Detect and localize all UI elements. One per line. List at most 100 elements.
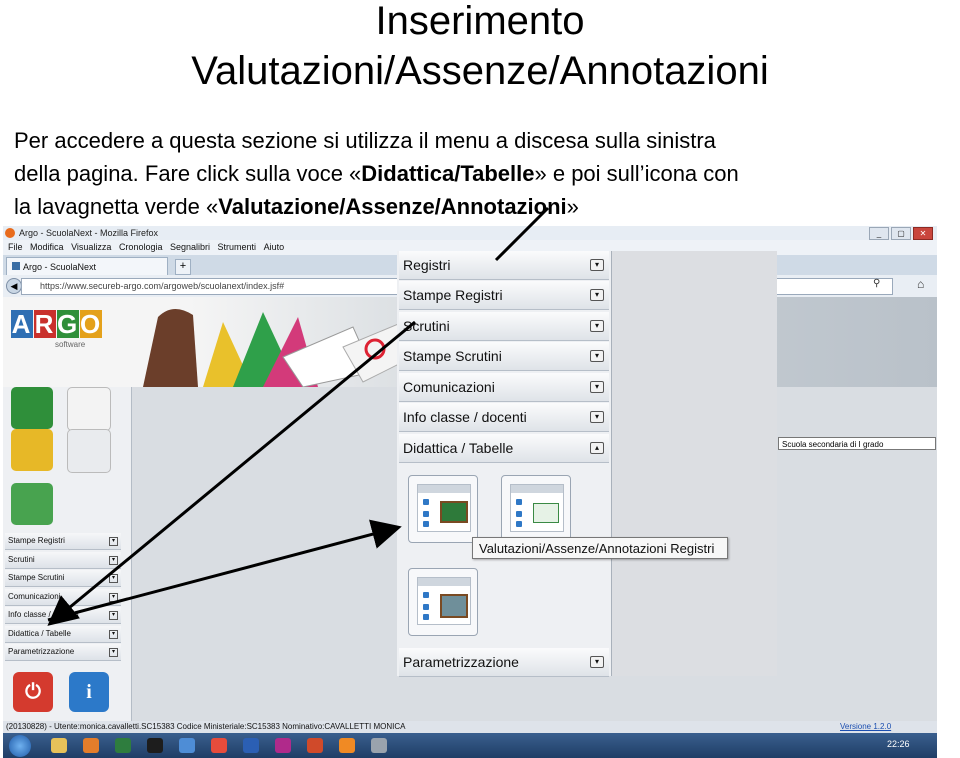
list-dot <box>516 499 522 505</box>
sheet-graphic <box>417 484 471 532</box>
firefox-taskbar-icon[interactable] <box>339 738 355 753</box>
sidebar-item-info-classe[interactable]: Info classe / docenti ▾ <box>5 607 121 624</box>
menu-modifica[interactable]: Modifica <box>30 242 64 252</box>
version-link[interactable]: Versione 1.2.0 <box>840 721 891 733</box>
argo-logo: ARGO <box>11 309 103 340</box>
chevron-down-icon: ▾ <box>109 556 118 565</box>
logo-letter-a: A <box>11 309 33 339</box>
zoom-item-comunicazioni[interactable]: Comunicazioni ▾ <box>399 373 609 402</box>
sidebar-item-label: Stampe Scrutini <box>8 573 65 582</box>
zoom-item-registri[interactable]: Registri ▾ <box>399 251 609 280</box>
sheet-bar <box>418 578 470 586</box>
zoom-item-stampe-scrutini[interactable]: Stampe Scrutini ▾ <box>399 342 609 371</box>
search-icon[interactable]: ⚲ <box>873 278 880 289</box>
logo-subtitle: software <box>55 340 86 349</box>
school-select[interactable]: Scuola secondaria di I grado <box>778 437 936 450</box>
maximize-button[interactable]: ▢ <box>891 227 911 240</box>
zoom-item-label: Didattica / Tabelle <box>403 440 514 456</box>
chevron-down-icon: ▾ <box>590 381 604 393</box>
valutazioni-blackboard-icon[interactable] <box>408 475 478 543</box>
chevron-down-icon: ▾ <box>109 537 118 546</box>
annotazioni-chart-icon[interactable] <box>408 568 478 636</box>
sidebar-item-stampe-registri[interactable]: Stampe Registri ▾ <box>5 533 121 550</box>
media-taskbar-icon[interactable] <box>83 738 99 753</box>
registro-sheet-icon[interactable] <box>501 475 571 543</box>
sidebar-item-parametrizzazione[interactable]: Parametrizzazione ▾ <box>5 644 121 661</box>
zoomed-menu-panel: Registri ▾ Stampe Registri ▾ Scrutini ▾ Sta… <box>397 251 777 677</box>
new-tab-button[interactable]: + <box>175 259 191 275</box>
window-controls: _ ▢ ✕ <box>869 227 933 240</box>
close-button[interactable]: ✕ <box>913 227 933 240</box>
instruction-line-3b: » <box>566 194 579 219</box>
windows-taskbar: 22:26 <box>3 733 937 758</box>
info-icon[interactable]: i <box>69 672 109 712</box>
left-sidebar: Stampe Registri ▾ Scrutini ▾ Stampe Scruti… <box>3 387 132 721</box>
menu-aiuto[interactable]: Aiuto <box>264 242 285 252</box>
explorer-taskbar-icon[interactable] <box>51 738 67 753</box>
start-button[interactable] <box>9 735 31 757</box>
status-text: (20130828) - Utente:monica.cavalletti.SC… <box>6 722 406 731</box>
tab-argo[interactable]: Argo - ScuolaNext <box>6 257 168 276</box>
chrome-taskbar-icon[interactable] <box>211 738 227 753</box>
zoom-item-label: Info classe / docenti <box>403 409 527 425</box>
edit-pencil-icon[interactable] <box>11 429 53 471</box>
instruction-line-2a: della pagina. Fare click sulla voce « <box>14 161 362 186</box>
app3-taskbar-icon[interactable] <box>275 738 291 753</box>
green-document-icon <box>533 503 559 523</box>
green-book-icon[interactable] <box>11 387 53 429</box>
zoom-item-scrutini[interactable]: Scrutini ▾ <box>399 312 609 341</box>
calendar-icon[interactable] <box>67 387 111 431</box>
sidebar-item-label: Comunicazioni <box>8 592 61 601</box>
zoom-item-info-classe[interactable]: Info classe / docenti ▾ <box>399 403 609 432</box>
instruction-line-3a: la lavagnetta verde « <box>14 194 219 219</box>
window-titlebar: Argo - ScuolaNext - Mozilla Firefox _ ▢ … <box>3 226 937 240</box>
sidebar-item-stampe-scrutini[interactable]: Stampe Scrutini ▾ <box>5 570 121 587</box>
window-title: Argo - ScuolaNext - Mozilla Firefox <box>19 228 159 238</box>
list-dot <box>516 521 522 527</box>
home-icon[interactable]: ⌂ <box>917 277 924 291</box>
instruction-valutazione-bold: Valutazione/Assenze/Annotazioni <box>218 194 567 219</box>
menu-file[interactable]: File <box>8 242 23 252</box>
sidebar-item-didattica-tabelle[interactable]: Didattica / Tabelle ▾ <box>5 626 121 643</box>
chart-report-icon[interactable] <box>67 429 111 473</box>
chevron-down-icon: ▾ <box>590 320 604 332</box>
instruction-line-2b: » e poi sull’icona con <box>534 161 739 186</box>
argo-favicon-icon <box>12 262 20 270</box>
sidebar-item-comunicazioni[interactable]: Comunicazioni ▾ <box>5 589 121 606</box>
back-arrow-icon[interactable]: ◀ <box>6 278 22 294</box>
power-off-icon[interactable]: ⏻ <box>13 672 53 712</box>
powerpoint-taskbar-icon[interactable] <box>307 738 323 753</box>
list-dot <box>423 604 429 610</box>
zoom-item-parametrizzazione[interactable]: Parametrizzazione ▾ <box>399 648 609 677</box>
tab-label: Argo - ScuolaNext <box>23 262 97 272</box>
app4-taskbar-icon[interactable] <box>371 738 387 753</box>
green-blackboard-icon <box>440 501 468 523</box>
zoomed-menu-list: Registri ▾ Stampe Registri ▾ Scrutini ▾ Sta… <box>397 251 612 677</box>
instruction-didattica-bold: Didattica/Tabelle <box>361 161 535 186</box>
logo-letter-o: O <box>80 309 103 339</box>
app2-taskbar-icon[interactable] <box>179 738 195 753</box>
list-dot <box>516 511 522 517</box>
menu-strumenti[interactable]: Strumenti <box>218 242 257 252</box>
menu-cronologia[interactable]: Cronologia <box>119 242 163 252</box>
tooltip: Valutazioni/Assenze/Annotazioni Registri <box>472 537 728 559</box>
app-taskbar-icon[interactable] <box>147 738 163 753</box>
minimize-button[interactable]: _ <box>869 227 889 240</box>
zoom-item-didattica-tabelle[interactable]: Didattica / Tabelle ▴ <box>399 434 609 463</box>
chevron-down-icon: ▾ <box>109 574 118 583</box>
list-dot <box>423 499 429 505</box>
zoom-item-stampe-registri[interactable]: Stampe Registri ▾ <box>399 281 609 310</box>
banner-illustration <box>143 308 413 387</box>
word-taskbar-icon[interactable] <box>243 738 259 753</box>
instruction-text: Per accedere a questa sezione si utilizz… <box>14 124 960 223</box>
slide-title-line2: Valutazioni/Assenze/Annotazioni <box>191 49 769 93</box>
menu-visualizza[interactable]: Visualizza <box>71 242 111 252</box>
zoom-item-label: Scrutini <box>403 318 450 334</box>
checkmark-calendar-icon[interactable] <box>11 483 53 525</box>
sheet-graphic <box>510 484 564 532</box>
chevron-down-icon: ▾ <box>590 411 604 423</box>
sidebar-item-scrutini[interactable]: Scrutini ▾ <box>5 552 121 569</box>
firefox-icon <box>5 228 15 238</box>
menu-segnalibri[interactable]: Segnalibri <box>170 242 210 252</box>
dreamweaver-taskbar-icon[interactable] <box>115 738 131 753</box>
